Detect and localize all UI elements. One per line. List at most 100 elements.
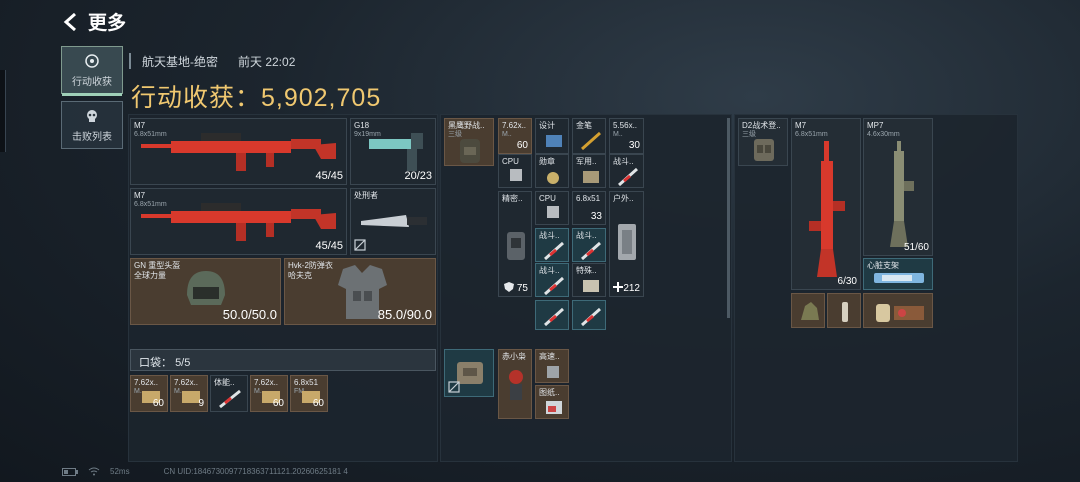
pistol-ammo: 20/23 <box>404 170 432 182</box>
item-qty: 212 <box>623 283 640 294</box>
status-bar: 52ms CN UID:1846730097718363711121.20260… <box>62 467 348 476</box>
weapon-ammo: 51/60 <box>903 242 929 253</box>
helmet-slot[interactable]: GN 重型头盔 全球力量 50.0/50.0 <box>130 258 281 325</box>
backpack-item[interactable]: 5.56x.. M.. 30 <box>609 118 644 154</box>
item-label: 赤小枭 <box>502 352 526 361</box>
device-icon <box>507 232 525 260</box>
back-label: 更多 <box>88 13 127 34</box>
backpack-item[interactable]: 6.8x51 33 <box>572 191 606 225</box>
backpack-item[interactable]: CPU <box>535 191 569 225</box>
map-name: 航天基地-绝密 <box>142 55 218 69</box>
item-label: 户外.. <box>613 194 634 203</box>
pistol-slot[interactable]: G18 9x19mm 20/23 <box>350 118 436 185</box>
item-qty: 60 <box>312 398 324 409</box>
backpack-item[interactable] <box>535 300 569 330</box>
backpack-name: 黑鹰野战.. <box>448 121 485 130</box>
item-label: CPU <box>539 194 556 203</box>
item-sub: M.. <box>613 131 623 138</box>
item-label: 体能.. <box>214 378 235 387</box>
tab-kills[interactable]: 击败列表 <box>61 101 123 149</box>
syringe-icon <box>219 389 241 409</box>
backpack-item[interactable]: 7.62x.. M.. 60 <box>498 118 532 154</box>
cpu-icon <box>547 206 559 218</box>
pocket-item-3[interactable]: 体能.. <box>210 375 248 412</box>
rig-item[interactable] <box>827 293 861 328</box>
armor-durability: 85.0/90.0 <box>377 307 432 322</box>
weapon-caliber: 4.6x30mm <box>867 131 900 138</box>
locked-slot-icon <box>448 381 460 393</box>
backpack-item-tall[interactable]: 户外.. 212 <box>609 191 644 297</box>
match-time: 前天 22:02 <box>238 55 296 69</box>
item-label: 军用.. <box>576 157 597 166</box>
pen-icon <box>581 131 601 151</box>
rig-item[interactable] <box>791 293 825 328</box>
backpack-item[interactable]: 设计 <box>535 118 569 154</box>
pocket-header: 口袋： 5/5 <box>130 349 436 371</box>
supply-box-icon <box>583 280 599 292</box>
back-button[interactable]: 更多 <box>62 8 126 35</box>
backpack-item[interactable]: CPU <box>498 154 532 188</box>
item-label: CPU <box>502 157 519 166</box>
smg-icon <box>890 141 914 247</box>
rig-name: D2战术登.. <box>742 121 781 130</box>
case-item[interactable]: 图纸.. <box>535 385 569 419</box>
backpack-item[interactable]: 战斗.. <box>609 154 644 188</box>
backpack-item[interactable]: 金笔 <box>572 118 606 154</box>
backpack-scrollbar[interactable] <box>727 118 730 318</box>
backpack-item[interactable]: 特殊.. <box>572 263 606 297</box>
item-qty: 30 <box>628 140 640 151</box>
armor-name: Hvk-2防弹衣 <box>288 261 333 270</box>
backpack-item[interactable]: 战斗.. <box>535 263 569 297</box>
tab-loot[interactable]: 行动收获 <box>61 46 123 96</box>
weapon-name: MP7 <box>867 121 884 130</box>
backpack-slot[interactable]: 黑鹰野战.. 三级 <box>444 118 494 166</box>
rifle-icon <box>141 133 336 171</box>
item-label: 战斗.. <box>539 231 560 240</box>
melee-slot[interactable]: 处刑者 <box>350 188 436 255</box>
backpack-item[interactable] <box>572 300 606 330</box>
cpu-icon <box>510 169 522 181</box>
rig-weapon-1[interactable]: M7 6.8x51mm 6/30 <box>791 118 861 290</box>
case-item[interactable]: 高速.. <box>535 349 569 383</box>
syringe-icon <box>544 307 564 327</box>
syringe-icon <box>618 167 638 187</box>
item-label: 勋章 <box>539 157 555 166</box>
weapon-ammo: 45/45 <box>315 170 343 182</box>
backpack-item[interactable]: 战斗.. <box>535 228 569 262</box>
pocket-item-2[interactable]: 7.62x.. M.. 9 <box>170 375 208 412</box>
item-label: 心脏支架 <box>867 261 899 270</box>
pocket-count: 5/5 <box>175 357 191 369</box>
medal-icon <box>547 172 559 184</box>
case-item[interactable]: 赤小枭 <box>498 349 532 419</box>
item-label: 战斗.. <box>576 231 597 240</box>
weapon-slot-1[interactable]: M7 6.8x51mm 45/45 <box>130 118 347 185</box>
pocket-item-1[interactable]: 7.62x.. M.. 60 <box>130 375 168 412</box>
item-qty: 60 <box>152 398 164 409</box>
rig-weapon-2[interactable]: MP7 4.6x30mm 51/60 <box>863 118 933 256</box>
backpack-item-tall[interactable]: 精密.. 75 <box>498 191 532 297</box>
item-label: 7.62x.. <box>134 378 159 387</box>
helmet-brand: 全球力量 <box>134 271 166 280</box>
pocket-item-4[interactable]: 7.62x.. M.. 60 <box>250 375 288 412</box>
rig-item[interactable] <box>863 293 933 328</box>
item-label: 高速.. <box>539 352 560 361</box>
melee-name: 处刑者 <box>354 191 378 200</box>
helmet-durability: 50.0/50.0 <box>222 307 277 322</box>
rifle-icon <box>141 203 336 241</box>
weapon-slot-2[interactable]: M7 6.8x51mm 45/45 <box>130 188 347 255</box>
pocket-item-5[interactable]: 6.8x51 FM.. 60 <box>290 375 328 412</box>
armor-brand: 哈夫克 <box>288 271 312 280</box>
plus-icon <box>613 282 623 292</box>
chest-rig-icon <box>754 139 774 161</box>
backpack-icon <box>460 139 480 163</box>
syringe-icon <box>581 307 601 327</box>
safe-case-slot[interactable] <box>444 349 494 397</box>
armor-slot[interactable]: Hvk-2防弹衣 哈夫克 85.0/90.0 <box>284 258 436 325</box>
backpack-item[interactable]: 战斗.. <box>572 228 606 262</box>
backpack-item[interactable]: 军用.. <box>572 154 606 188</box>
rig-medkit[interactable]: 心脏支架 <box>863 258 933 290</box>
backpack-item[interactable]: 勋章 <box>535 154 569 188</box>
rig-slot[interactable]: D2战术登.. 三级 <box>738 118 788 166</box>
item-label: 7.62x.. <box>174 378 199 387</box>
drive-icon <box>547 366 559 378</box>
